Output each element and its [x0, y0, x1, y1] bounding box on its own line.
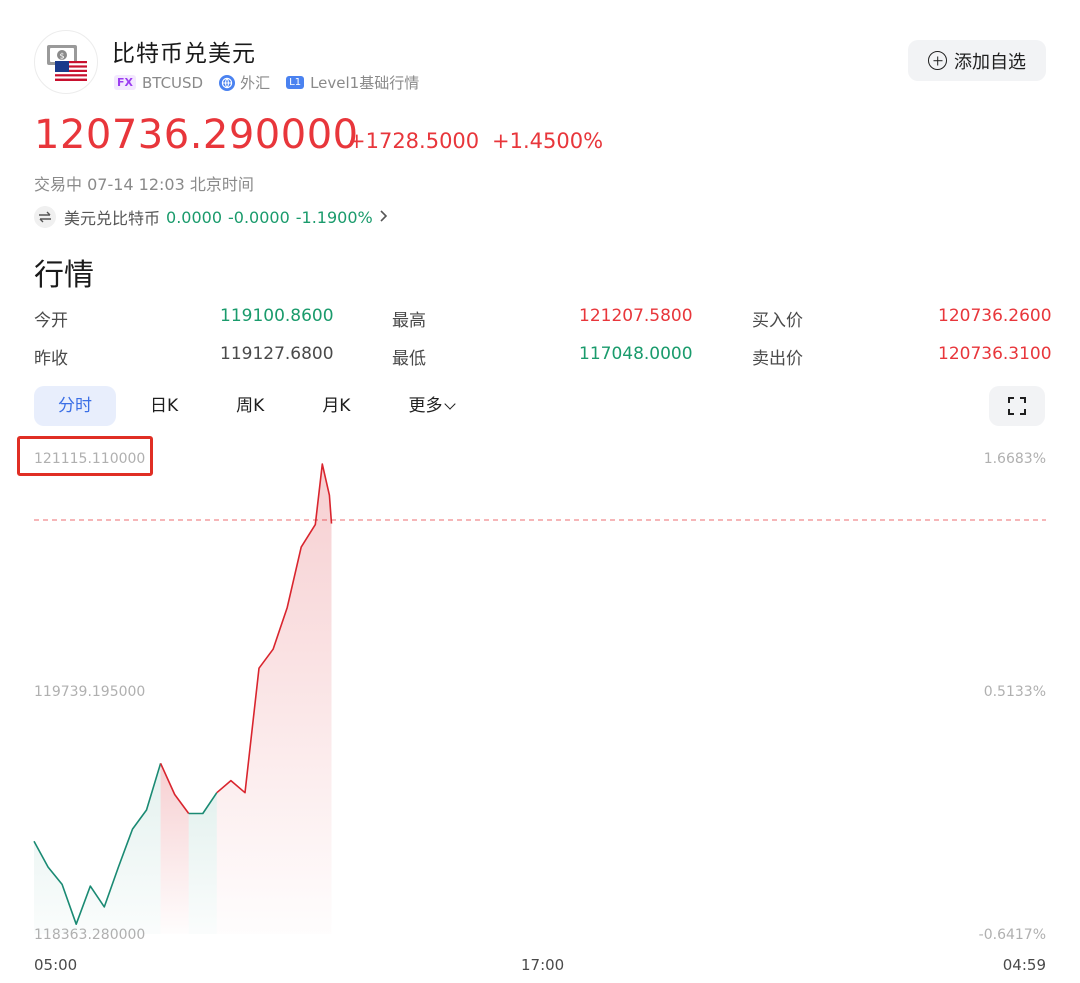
price-area-up: [216, 464, 332, 934]
pct-tick-label: 0.5133%: [983, 684, 1046, 700]
pct-tick-label: 1.6683%: [983, 451, 1046, 467]
price-area-up: [160, 763, 189, 934]
x-tick-label: 04:59: [1002, 956, 1046, 974]
intraday-chart: [33, 463, 1046, 934]
y-tick-label: 118363.280000: [34, 927, 146, 943]
price-area-down: [34, 763, 161, 934]
y-tick-label: 119739.195000: [34, 684, 146, 700]
highlight-annotation: [17, 436, 153, 476]
x-tick-label: 17:00: [521, 956, 565, 974]
x-tick-label: 05:00: [34, 956, 78, 974]
pct-tick-label: -0.6417%: [978, 927, 1046, 943]
